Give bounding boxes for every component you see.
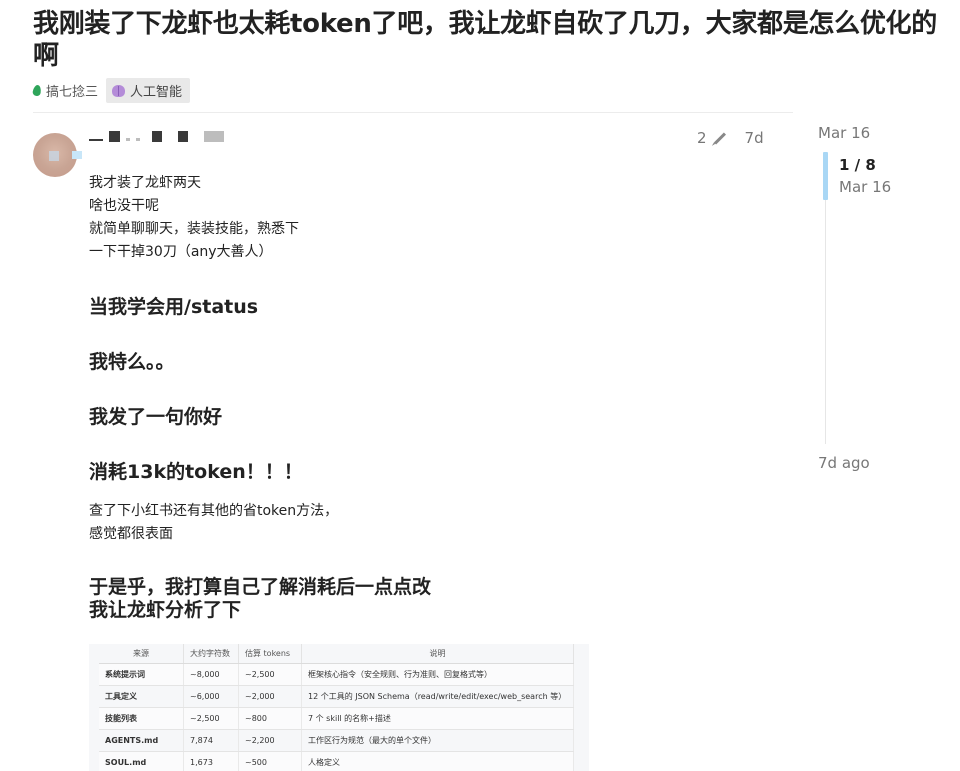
post-text-line: 啥也没干呢: [89, 198, 159, 214]
category-label: 搞七捻三: [46, 85, 99, 100]
table-header: 来源: [99, 644, 184, 664]
table-cell: ~2,500: [183, 707, 239, 730]
topic-title[interactable]: 我刚装了下龙虾也太耗token了吧，我让龙虾自砍了几刀，大家都是怎么优化的啊: [33, 8, 953, 72]
post-heading: 我让龙虾分析了下: [89, 599, 242, 621]
redacted-block: [152, 131, 162, 142]
pencil-icon[interactable]: [713, 131, 726, 145]
token-table: 来源 大约字符数 估算 tokens 说明 系统提示词 ~8,000 ~2,50…: [99, 644, 574, 771]
topic-meta: 搞七捻三 人工智能: [32, 78, 191, 103]
post-heading: 我特么。。: [89, 351, 175, 373]
table-cell: ~500: [238, 751, 302, 771]
post-heading: 于是乎，我打算自己了解消耗后一点点改: [89, 576, 432, 598]
username[interactable]: [89, 131, 224, 142]
table-cell: 7,874: [183, 729, 239, 752]
table-cell: ~800: [238, 707, 302, 730]
post-age[interactable]: 7d: [745, 129, 764, 147]
avatar-status-indicator: [72, 151, 82, 159]
table-cell: ~2,000: [238, 685, 302, 708]
table-cell: 7 个 skill 的名称+描述: [301, 707, 574, 730]
timeline-start-date[interactable]: Mar 16: [818, 124, 870, 142]
table-cell: 工作区行为规范（最大的单个文件）: [301, 729, 574, 752]
table-row: AGENTS.md 7,874 ~2,200 工作区行为规范（最大的单个文件）: [99, 729, 574, 752]
post-text-line: 感觉都很表面: [89, 526, 173, 542]
divider: [33, 112, 793, 113]
table-cell: ~2,200: [238, 729, 302, 752]
table-cell: 框架核心指令（安全规则、行为准则、回复格式等）: [301, 663, 574, 686]
timeline-handle[interactable]: [823, 152, 828, 200]
table-cell: 工具定义: [99, 685, 184, 708]
timeline-current-date: Mar 16: [839, 178, 892, 196]
embedded-screenshot[interactable]: 来源 大约字符数 估算 tokens 说明 系统提示词 ~8,000 ~2,50…: [89, 644, 589, 771]
post-text-line: 查了下小红书还有其他的省token方法，: [89, 503, 339, 519]
table-cell: ~2,500: [238, 663, 302, 686]
post-text-line: 一下干掉30刀（any大善人）: [89, 244, 273, 260]
tag-label: 人工智能: [130, 85, 183, 100]
post-text-line: 就简单聊聊天，装装技能，熟悉下: [89, 221, 299, 237]
table-cell: ~8,000: [183, 663, 239, 686]
table-cell: ~6,000: [183, 685, 239, 708]
post-text-line: 我才装了龙虾两天: [89, 175, 201, 191]
table-cell: 系统提示词: [99, 663, 184, 686]
table-cell: 技能列表: [99, 707, 184, 730]
redacted-block: [178, 131, 188, 142]
table-cell: AGENTS.md: [99, 729, 184, 752]
table-row: SOUL.md 1,673 ~500 人格定义: [99, 751, 574, 771]
avatar[interactable]: [33, 133, 77, 177]
edit-count[interactable]: 2: [697, 129, 707, 147]
redacted-block: [109, 131, 120, 142]
timeline-end-date[interactable]: 7d ago: [818, 454, 870, 472]
table-header: 估算 tokens: [238, 644, 302, 664]
table-cell: 12 个工具的 JSON Schema（read/write/edit/exec…: [301, 685, 574, 708]
post-heading: 我发了一句你好: [89, 406, 223, 428]
redacted-block: [89, 138, 103, 141]
redacted-block: [126, 137, 130, 141]
table-row: 技能列表 ~2,500 ~800 7 个 skill 的名称+描述: [99, 707, 574, 730]
table-cell: 人格定义: [301, 751, 574, 771]
brain-icon: [112, 84, 126, 97]
leaf-icon: [32, 84, 42, 97]
table-row: 系统提示词 ~8,000 ~2,500 框架核心指令（安全规则、行为准则、回复格…: [99, 663, 574, 686]
category-badge[interactable]: 搞七捻三: [32, 81, 99, 100]
post-body: 我才装了龙虾两天 啥也没干呢 就简单聊聊天，装装技能，熟悉下 一下干掉30刀（a…: [89, 172, 689, 622]
tag-badge[interactable]: 人工智能: [106, 78, 191, 103]
table-cell: SOUL.md: [99, 751, 184, 771]
redacted-block: [136, 137, 140, 141]
table-header: 大约字符数: [183, 644, 239, 664]
post-heading: 当我学会用/status: [89, 296, 259, 318]
table-header: 说明: [301, 644, 574, 664]
post-heading: 消耗13k的token！！！: [89, 461, 303, 483]
table-cell: 1,673: [183, 751, 239, 771]
redacted-block: [204, 131, 224, 142]
post-meta: 2 7d: [697, 129, 764, 147]
table-row: 工具定义 ~6,000 ~2,000 12 个工具的 JSON Schema（r…: [99, 685, 574, 708]
timeline-position: 1 / 8: [839, 156, 876, 174]
